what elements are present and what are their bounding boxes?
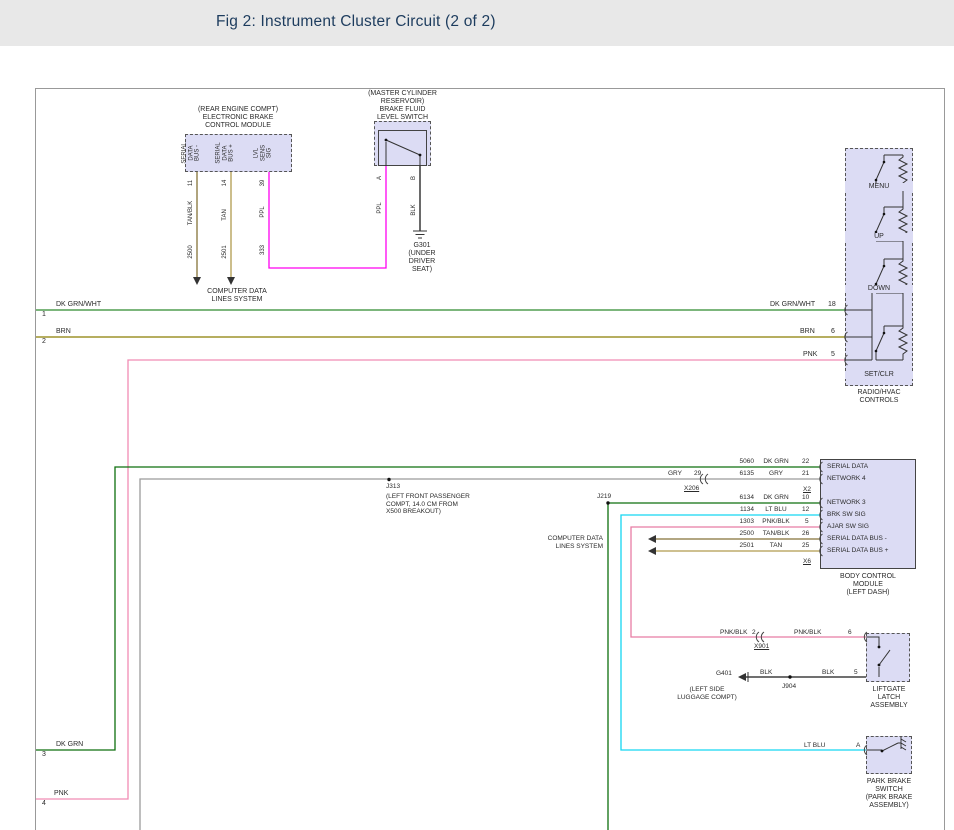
j904-label: J904 — [782, 683, 796, 691]
radio-pin-18: 18 — [828, 301, 836, 309]
park-brake-box — [866, 736, 912, 774]
bcm-func-brk-sw-sig: BRK SW SIG — [827, 511, 866, 519]
edge-wire-1: DK GRN/WHT — [56, 301, 101, 309]
bcm-func-serial-data-bus-minus: SERIAL DATA BUS - — [827, 535, 887, 543]
bcm-pin-21: 21 — [802, 470, 809, 478]
bcm-wire-lt-blu-12: LT BLU — [756, 506, 796, 514]
liftgate-latch-box — [866, 633, 910, 682]
bcm-func-ajar-sw-sig: AJAR SW SIG — [827, 523, 869, 531]
liftgate-wire-pnk-blk-right: PNK/BLK — [794, 629, 821, 637]
bcm-func-serial-data: SERIAL DATA — [827, 463, 868, 471]
liftgate-blk-left: BLK — [760, 669, 772, 677]
wiring-diagram-page: Fig 2: Instrument Cluster Circuit (2 of … — [0, 0, 954, 830]
bcm-wire-tan-25: TAN — [756, 542, 796, 550]
edge-number-1: 1 — [42, 311, 46, 319]
edge-wire-2: BRN — [56, 328, 71, 336]
bcm-pin-25: 25 — [802, 542, 809, 550]
bcm-pin-5: 5 — [805, 518, 809, 526]
bcm-wire-gry-21: GRY — [756, 470, 796, 478]
j313-note: (LEFT FRONT PASSENGER COMPT, 14.0 CM FRO… — [386, 493, 470, 516]
liftgate-blk-right: BLK — [822, 669, 834, 677]
bcm-ckt-2501: 2501 — [726, 542, 754, 550]
x901-label: X901 — [754, 643, 769, 651]
edge-wire-4: PNK — [54, 790, 68, 798]
liftgate-pin-6: 6 — [848, 629, 852, 637]
edge-number-3: 3 — [42, 751, 46, 759]
bcm-ckt-5060: 5060 — [726, 458, 754, 466]
bcm-func-serial-data-bus-plus: SERIAL DATA BUS + — [827, 547, 888, 555]
edge-wire-3: DK GRN — [56, 741, 83, 749]
x206-wire-gry: GRY — [668, 470, 682, 478]
radio-up-label: UP — [845, 233, 913, 241]
g301-ground-label: G301 (UNDER DRIVER SEAT) — [398, 242, 446, 274]
park-wire-lt-blu: LT BLU — [804, 742, 825, 750]
brake-fluid-switch-inner-box — [378, 130, 427, 166]
mid-computer-data-lines: COMPUTER DATA LINES SYSTEM — [528, 535, 603, 550]
figure-title: Fig 2: Instrument Cluster Circuit (2 of … — [216, 13, 496, 31]
radio-menu-label: MENU — [845, 183, 913, 191]
bcm-ckt-1134: 1134 — [726, 506, 754, 514]
ebcm-title: (REAR ENGINE COMPT) ELECTRONIC BRAKE CON… — [182, 106, 294, 130]
bcm-ckt-6135: 6135 — [726, 470, 754, 478]
x206-pin-29: 29 — [694, 470, 701, 478]
radio-wire-5: PNK — [803, 351, 817, 359]
x206-label: X206 — [684, 485, 699, 493]
x6-label: X6 — [803, 558, 811, 566]
liftgate-wire-pnk-blk-left: PNK/BLK — [720, 629, 747, 637]
x2-label: X2 — [803, 486, 811, 494]
bcm-pin-22: 22 — [802, 458, 809, 466]
edge-number-4: 4 — [42, 800, 46, 808]
radio-wire-6: BRN — [800, 328, 815, 336]
ebcm-box — [185, 134, 292, 172]
bcm-caption: BODY CONTROL MODULE (LEFT DASH) — [820, 573, 916, 597]
bcm-wire-dk-grn-22: DK GRN — [756, 458, 796, 466]
radio-down-label: DOWN — [845, 285, 913, 293]
bcm-pin-12: 12 — [802, 506, 809, 514]
park-caption: PARK BRAKE SWITCH (PARK BRAKE ASSEMBLY) — [862, 778, 916, 810]
park-pin-a: A — [856, 742, 860, 750]
ebcm-dest-computer-data-lines: COMPUTER DATA LINES SYSTEM — [190, 288, 284, 304]
liftgate-pin-2: 2 — [752, 629, 756, 637]
bfls-title: (MASTER CYLINDER RESERVOIR) BRAKE FLUID … — [360, 90, 445, 122]
radio-caption: RADIO/HVAC CONTROLS — [845, 389, 913, 405]
radio-wire-18: DK GRN/WHT — [770, 301, 815, 309]
title-bar: Fig 2: Instrument Cluster Circuit (2 of … — [0, 0, 954, 46]
g401-label: G401 — [716, 670, 732, 678]
bcm-func-network-4: NETWORK 4 — [827, 475, 866, 483]
edge-number-2: 2 — [42, 338, 46, 346]
radio-pin-5: 5 — [831, 351, 835, 359]
bcm-ckt-2500: 2500 — [726, 530, 754, 538]
radio-setclr-label: SET/CLR — [845, 371, 913, 379]
j219-label: J219 — [597, 493, 611, 501]
bcm-ckt-6134: 6134 — [726, 494, 754, 502]
bcm-wire-pnk-blk-5: PNK/BLK — [756, 518, 796, 526]
bcm-wire-dk-grn-10: DK GRN — [756, 494, 796, 502]
liftgate-caption: LIFTGATE LATCH ASSEMBLY — [866, 686, 912, 710]
liftgate-pin-5: 5 — [854, 669, 858, 677]
bcm-func-network-3: NETWORK 3 — [827, 499, 866, 507]
bcm-pin-10: 10 — [802, 494, 809, 502]
bcm-wire-tan-blk-26: TAN/BLK — [756, 530, 796, 538]
g401-note: (LEFT SIDE LUGGAGE COMPT) — [672, 686, 742, 701]
bcm-ckt-1303: 1303 — [726, 518, 754, 526]
radio-pin-6: 6 — [831, 328, 835, 336]
bcm-pin-26: 26 — [802, 530, 809, 538]
j313-label: J313 — [386, 483, 400, 491]
